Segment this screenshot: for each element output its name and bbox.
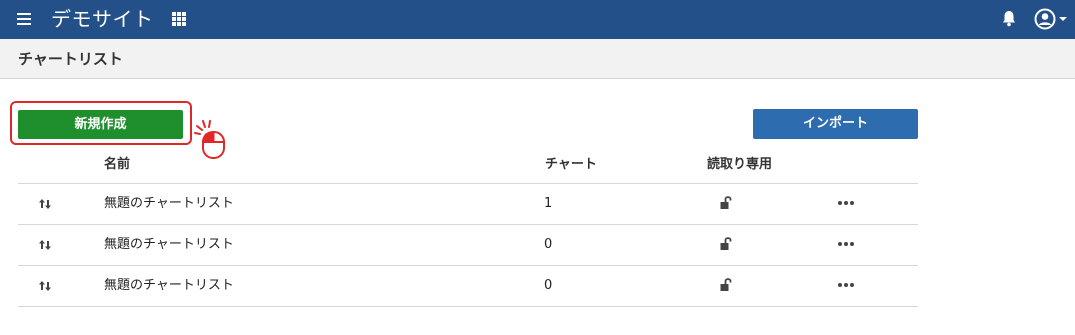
more-options-icon[interactable] [838,283,858,289]
more-options-icon[interactable] [838,201,858,207]
sort-arrows-icon[interactable] [38,239,52,251]
chartlist-table: 名前 チャート 読取り専用 無題のチャートリスト 1 無題のチャートリスト 0 [18,152,918,307]
chartlist-name[interactable]: 無題のチャートリスト [104,184,234,224]
page-header: チャートリスト [0,39,1075,79]
site-title[interactable]: デモサイト [51,6,154,32]
top-navbar: デモサイト [0,0,1075,39]
user-account-icon [1034,8,1056,30]
more-options-icon[interactable] [838,242,858,248]
table-header-row: 名前 チャート 読取り専用 [18,152,918,184]
table-row[interactable]: 無題のチャートリスト 1 [18,184,918,225]
new-chartlist-button[interactable]: 新規作成 [18,110,183,139]
sort-arrows-icon[interactable] [38,198,52,210]
chevron-down-icon [1059,17,1067,21]
chartlist-name[interactable]: 無題のチャートリスト [104,266,234,306]
unlocked-icon[interactable] [720,236,732,251]
table-row[interactable]: 無題のチャートリスト 0 [18,266,918,307]
import-button[interactable]: インポート [753,109,918,139]
column-header-charts[interactable]: チャート [545,152,597,178]
user-account-menu[interactable] [1034,8,1070,30]
sort-arrows-icon[interactable] [38,280,52,292]
page-title: チャートリスト [18,50,123,68]
hamburger-menu-icon[interactable] [17,13,31,25]
column-header-readonly[interactable]: 読取り専用 [707,152,772,178]
bell-icon[interactable] [1001,10,1017,27]
unlocked-icon[interactable] [720,277,732,292]
chart-count: 0 [544,237,553,252]
chartlist-name[interactable]: 無題のチャートリスト [104,225,234,265]
chart-count: 0 [544,278,553,293]
column-header-name[interactable]: 名前 [104,152,130,178]
apps-grid-icon[interactable] [172,12,186,26]
table-row[interactable]: 無題のチャートリスト 0 [18,225,918,266]
chart-count: 1 [544,196,553,211]
unlocked-icon[interactable] [720,195,732,210]
